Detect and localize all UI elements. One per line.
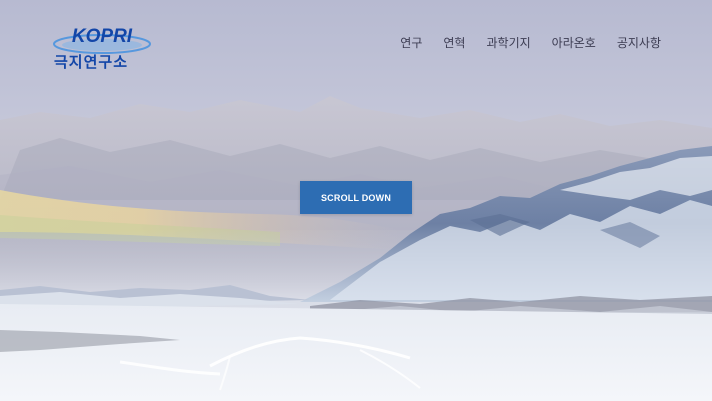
nav-item-history[interactable]: 연혁 <box>443 34 465 51</box>
nav-item-notice[interactable]: 공지사항 <box>617 34 661 51</box>
nav-item-science-base[interactable]: 과학기지 <box>486 34 530 51</box>
hero-section: KOPRI 극지연구소 연구 연혁 과학기지 아라온호 공지사항 SCROLL … <box>0 0 712 401</box>
scroll-down-button[interactable]: SCROLL DOWN <box>300 181 412 214</box>
main-nav: 연구 연혁 과학기지 아라온호 공지사항 <box>379 34 661 51</box>
nav-item-research[interactable]: 연구 <box>400 34 422 51</box>
nav-item-araon[interactable]: 아라온호 <box>552 34 596 51</box>
svg-text:KOPRI: KOPRI <box>72 26 133 47</box>
logo-subtitle: 극지연구소 <box>54 53 129 71</box>
